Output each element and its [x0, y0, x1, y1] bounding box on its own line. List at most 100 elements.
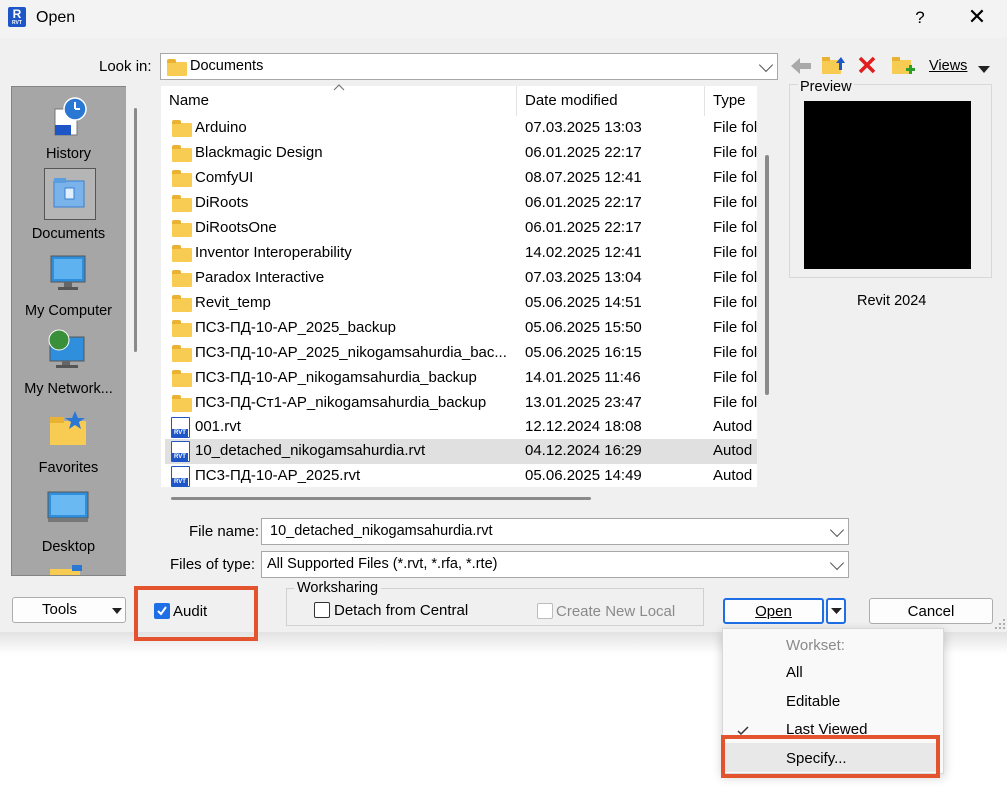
- file-list-vertical-scrollbar[interactable]: [765, 155, 769, 395]
- file-date: 14.01.2025 11:46: [525, 369, 641, 386]
- place-favorites[interactable]: Favorites: [12, 403, 125, 479]
- history-icon: [54, 97, 87, 136]
- folder-icon: [172, 245, 192, 262]
- help-button[interactable]: ?: [908, 6, 932, 30]
- file-date: 07.03.2025 13:03: [525, 119, 642, 136]
- file-row[interactable]: ПС3-ПД-10-АР_2025_nikogamsahurdia_bac...…: [165, 341, 757, 366]
- file-row[interactable]: ПС3-ПД-10-АР_nikogamsahurdia_backup 14.01…: [165, 366, 757, 391]
- file-name: ПС3-ПД-10-АР_2025_backup: [195, 319, 396, 336]
- rvt-file-icon: [171, 466, 190, 487]
- file-name: 001.rvt: [195, 418, 241, 435]
- file-list-horizontal-scrollbar[interactable]: [171, 497, 591, 500]
- chevron-down-icon: [758, 57, 774, 72]
- cancel-button-label: Cancel: [907, 603, 955, 620]
- file-name: DiRoots: [195, 194, 249, 211]
- new-folder-icon[interactable]: [891, 54, 915, 76]
- file-type: Autod: [713, 418, 753, 435]
- file-type: File fol: [713, 169, 757, 186]
- file-type: File fol: [713, 344, 757, 361]
- file-row[interactable]: DiRoots 06.01.2025 22:17 File fol: [165, 191, 757, 216]
- menu-item-editable[interactable]: Editable: [786, 693, 840, 710]
- create-new-local-checkbox[interactable]: [537, 603, 553, 619]
- place-my-network[interactable]: My Network...: [12, 323, 125, 399]
- delete-icon[interactable]: [857, 55, 877, 75]
- folder-icon: [172, 145, 192, 162]
- menu-item-all[interactable]: All: [786, 664, 803, 681]
- file-type: File fol: [713, 394, 757, 411]
- file-name: 10_detached_nikogamsahurdia.rvt: [195, 442, 426, 459]
- detach-from-central-checkbox[interactable]: [314, 602, 330, 618]
- file-row[interactable]: ПС3-ПД-Ст1-АР_nikogamsahurdia_backup 13.0…: [165, 391, 757, 416]
- open-dialog: R RVT Open ? ✕ Look in: Documents Views H…: [0, 0, 1007, 632]
- places-scroll-thumb[interactable]: [134, 108, 137, 352]
- file-name-combo[interactable]: 10_detached_nikogamsahurdia.rvt: [261, 518, 849, 545]
- preview-caption: Revit 2024: [857, 293, 927, 309]
- file-row[interactable]: Arduino 07.03.2025 13:03 File fol: [165, 116, 757, 141]
- file-type: File fol: [713, 194, 757, 211]
- look-in-value: Documents: [190, 58, 264, 74]
- file-name: DiRootsOne: [195, 219, 277, 236]
- file-date: 05.06.2025 16:15: [525, 344, 642, 361]
- file-date: 05.06.2025 14:51: [525, 294, 642, 311]
- file-name: Inventor Interoperability: [195, 244, 352, 261]
- tools-button[interactable]: Tools: [12, 597, 126, 623]
- file-row[interactable]: Revit_temp 05.06.2025 14:51 File fol: [165, 291, 757, 316]
- file-row[interactable]: 001.rvt 12.12.2024 18:08 Autod: [165, 415, 757, 440]
- computer-icon: [50, 255, 86, 290]
- column-header-name[interactable]: Name: [169, 92, 209, 109]
- folder-icon: [172, 195, 192, 212]
- place-label-documents: Documents: [31, 226, 106, 242]
- column-divider[interactable]: [704, 86, 705, 116]
- file-date: 06.01.2025 22:17: [525, 144, 642, 161]
- file-row[interactable]: Paradox Interactive 07.03.2025 13:04 File …: [165, 266, 757, 291]
- chevron-down-icon: [829, 555, 845, 570]
- file-row[interactable]: ПС3-ПД-10-АР_2025_backup 05.06.2025 15:50…: [165, 316, 757, 341]
- cancel-button[interactable]: Cancel: [869, 598, 993, 624]
- file-row-selected[interactable]: 10_detached_nikogamsahurdia.rvt 04.12.202…: [165, 439, 757, 464]
- places-bar: History Documents My Computer My Network…: [11, 86, 127, 576]
- file-type: File fol: [713, 369, 757, 386]
- file-row[interactable]: Blackmagic Design 06.01.2025 22:17 File fo…: [165, 141, 757, 166]
- open-button-label: Open: [755, 603, 792, 620]
- resize-grip-icon[interactable]: [994, 618, 1006, 630]
- open-button[interactable]: Open: [723, 598, 824, 624]
- place-desktop[interactable]: Desktop: [12, 481, 125, 557]
- views-dropdown-icon[interactable]: [978, 61, 990, 73]
- open-dropdown-button[interactable]: [826, 598, 846, 624]
- chevron-down-icon: [829, 522, 845, 537]
- file-type: File fol: [713, 119, 757, 136]
- column-header-type[interactable]: Type: [713, 92, 746, 109]
- files-of-type-combo[interactable]: All Supported Files (*.rvt, *.rfa, *.rte…: [261, 551, 849, 578]
- folder-icon: [172, 345, 192, 362]
- place-documents[interactable]: Documents: [12, 165, 125, 242]
- file-type: File fol: [713, 319, 757, 336]
- close-button[interactable]: ✕: [963, 5, 991, 31]
- look-in-combo[interactable]: Documents: [160, 53, 778, 80]
- place-history[interactable]: History: [12, 87, 125, 163]
- audit-highlight-box: [134, 586, 258, 641]
- favorites-icon: [50, 411, 86, 445]
- column-divider[interactable]: [516, 86, 517, 116]
- desktop-icon: [47, 491, 89, 522]
- place-label-my-network: My Network...: [24, 381, 113, 397]
- place-label-desktop: Desktop: [41, 539, 96, 555]
- file-row[interactable]: DiRootsOne 06.01.2025 22:17 File fol: [165, 216, 757, 241]
- place-my-computer[interactable]: My Computer: [12, 245, 125, 321]
- documents-selected-frame: [44, 168, 96, 220]
- file-name: ПС3-ПД-10-АР_2025.rvt: [195, 467, 361, 484]
- file-row[interactable]: Inventor Interoperability 14.02.2025 12:4…: [165, 241, 757, 266]
- file-row[interactable]: ComfyUI 08.07.2025 12:41 File fol: [165, 166, 757, 191]
- file-date: 12.12.2024 18:08: [525, 418, 642, 435]
- workset-menu-header: Workset:: [786, 637, 845, 654]
- folder-icon: [172, 395, 192, 412]
- worksharing-label: Worksharing: [294, 580, 382, 596]
- files-of-type-value: All Supported Files (*.rvt, *.rfa, *.rte…: [267, 556, 498, 572]
- file-date: 05.06.2025 14:49: [525, 467, 642, 484]
- back-arrow-icon[interactable]: [789, 56, 813, 76]
- views-menu[interactable]: Views: [929, 58, 967, 74]
- file-type: Autod: [713, 467, 753, 484]
- column-header-date[interactable]: Date modified: [525, 92, 618, 109]
- up-folder-icon[interactable]: [821, 54, 845, 76]
- file-row[interactable]: ПС3-ПД-10-АР_2025.rvt 05.06.2025 14:49 Aut…: [165, 464, 757, 489]
- file-name: ПС3-ПД-10-АР_2025_nikogamsahurdia_bac...: [195, 344, 507, 361]
